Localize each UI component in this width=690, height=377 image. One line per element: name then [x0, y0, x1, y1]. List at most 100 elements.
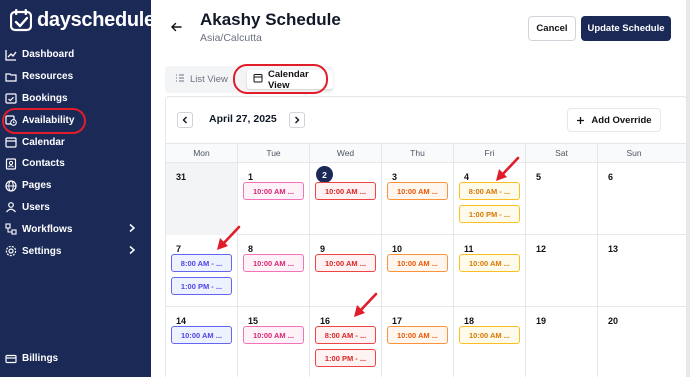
availability-slot[interactable]: 10:00 AM ...	[387, 182, 448, 200]
availability-slot[interactable]: 10:00 AM ...	[243, 254, 304, 272]
day-number: 6	[608, 172, 614, 182]
chevron-right-icon	[127, 223, 137, 233]
calendar-day-cell[interactable]: 9 10:00 AM ...	[310, 235, 382, 307]
calendar-day-cell[interactable]: 19	[526, 307, 598, 377]
current-date-label: April 27, 2025	[209, 113, 277, 125]
sidebar-billings: Billings	[0, 348, 151, 370]
day-number: 13	[608, 244, 619, 254]
calendar-day-cell[interactable]: 4 8:00 AM - ... 1:00 PM - ...	[454, 163, 526, 235]
day-number: 18	[464, 316, 475, 326]
sidebar: dayschedule Dashboard Resources Bookings…	[0, 0, 155, 377]
brand-logo[interactable]: dayschedule	[9, 6, 155, 34]
sidebar-item-contacts[interactable]: Contacts	[0, 153, 151, 175]
calendar-day-cell[interactable]: 12	[526, 235, 598, 307]
today-day-number: 2	[316, 166, 333, 183]
calendar-day-cell[interactable]: 5	[526, 163, 598, 235]
calendar-day-cell[interactable]: 13	[598, 235, 670, 307]
workflow-icon	[5, 223, 17, 235]
sidebar-item-label: Dashboard	[22, 49, 75, 61]
add-override-button[interactable]: Add Override	[567, 108, 661, 132]
calendar-toolbar: April 27, 2025 Add Override	[166, 97, 686, 143]
availability-slot[interactable]: 8:00 AM - ...	[315, 326, 376, 344]
list-icon	[175, 73, 185, 86]
sidebar-nav: Dashboard Resources Bookings Availabilit…	[0, 44, 151, 262]
sidebar-item-label: Bookings	[22, 92, 68, 104]
availability-slot[interactable]: 10:00 AM ...	[171, 326, 232, 344]
timezone-label: Asia/Calcutta	[200, 32, 262, 44]
update-schedule-button[interactable]: Update Schedule	[581, 16, 671, 41]
scrollbar[interactable]	[686, 0, 690, 377]
calendar-week-row: 7 8:00 AM - ... 1:00 PM - ... 8 10:00 AM ...…	[166, 235, 686, 307]
day-number: 12	[536, 244, 547, 254]
cancel-button[interactable]: Cancel	[528, 16, 576, 41]
availability-slot[interactable]: 8:00 AM - ...	[171, 254, 232, 272]
sidebar-item-label: Settings	[22, 245, 62, 257]
brand-name: dayschedule	[37, 8, 155, 31]
availability-slot[interactable]: 1:00 PM - ...	[171, 277, 232, 295]
users-icon	[5, 201, 17, 213]
weekday-label: Thu	[382, 144, 454, 162]
sidebar-item-users[interactable]: Users	[0, 197, 151, 219]
sidebar-item-billings[interactable]: Billings	[0, 348, 151, 370]
previous-month-button[interactable]	[177, 112, 193, 128]
calendar-week-row: 31 1 10:00 AM ... 2 10:00 AM ... 3 10:00 AM ..…	[166, 163, 686, 235]
availability-slot[interactable]: 10:00 AM ...	[243, 326, 304, 344]
next-month-button[interactable]	[289, 112, 305, 128]
calendar-check-icon	[5, 92, 17, 105]
sidebar-item-calendar[interactable]: Calendar	[0, 131, 151, 153]
contact-icon	[5, 158, 17, 170]
calendar-day-cell[interactable]: 3 10:00 AM ...	[382, 163, 454, 235]
day-number: 4	[464, 172, 470, 182]
availability-slot[interactable]: 10:00 AM ...	[459, 254, 520, 272]
day-number: 11	[464, 244, 474, 254]
calendar-day-cell[interactable]: 11 10:00 AM ...	[454, 235, 526, 307]
calendar-day-cell[interactable]: 14 10:00 AM ...	[166, 307, 238, 377]
calendar-day-cell[interactable]: 16 8:00 AM - ... 1:00 PM - ...	[310, 307, 382, 377]
main-content: Akashy Schedule Asia/Calcutta Cancel Upd…	[151, 0, 690, 377]
weekday-header: Mon Tue Wed Thu Fri Sat Sun	[166, 143, 686, 163]
sidebar-item-dashboard[interactable]: Dashboard	[0, 44, 151, 66]
calendar-day-cell[interactable]: 2 10:00 AM ...	[310, 163, 382, 235]
calendar-day-cell[interactable]: 17 10:00 AM ...	[382, 307, 454, 377]
calendar-day-cell[interactable]: 1 10:00 AM ...	[238, 163, 310, 235]
calendar-day-cell[interactable]: 7 8:00 AM - ... 1:00 PM - ...	[166, 235, 238, 307]
weekday-label: Sun	[626, 148, 642, 158]
availability-slot[interactable]: 8:00 AM - ...	[459, 182, 520, 200]
sidebar-item-pages[interactable]: Pages	[0, 175, 151, 197]
sidebar-item-label: Users	[22, 201, 50, 213]
sidebar-item-resources[interactable]: Resources	[0, 66, 151, 88]
chevron-right-icon	[295, 116, 300, 124]
weekday-label: Wed	[310, 144, 382, 162]
calendar-day-cell[interactable]: 6	[598, 163, 670, 235]
sidebar-item-bookings[interactable]: Bookings	[0, 88, 151, 110]
calendar-panel: April 27, 2025 Add Override Mon Tue Wed Thu…	[165, 96, 687, 377]
folder-icon	[5, 71, 17, 83]
availability-slot[interactable]: 10:00 AM ...	[459, 326, 520, 344]
sidebar-item-settings[interactable]: Settings	[0, 240, 151, 262]
calendar-day-cell[interactable]: 18 10:00 AM ...	[454, 307, 526, 377]
availability-slot[interactable]: 10:00 AM ...	[387, 326, 448, 344]
sidebar-item-label: Contacts	[22, 158, 65, 170]
sidebar-item-label: Resources	[22, 71, 74, 83]
availability-slot[interactable]: 1:00 PM - ...	[459, 205, 520, 223]
sidebar-item-workflows[interactable]: Workflows	[0, 218, 151, 240]
calendar-day-cell[interactable]: 8 10:00 AM ...	[238, 235, 310, 307]
day-number: 16	[320, 316, 331, 326]
availability-slot[interactable]: 10:00 AM ...	[243, 182, 304, 200]
tab-list-view[interactable]: List View	[169, 70, 234, 89]
sidebar-item-label: Pages	[22, 180, 52, 192]
calendar-week-row: 14 10:00 AM ... 15 10:00 AM ... 16 8:00 AM - …	[166, 307, 686, 377]
availability-slot[interactable]: 10:00 AM ...	[315, 182, 376, 200]
availability-slot[interactable]: 10:00 AM ...	[315, 254, 376, 272]
calendar-day-cell[interactable]: 10 10:00 AM ...	[382, 235, 454, 307]
calendar-icon	[5, 136, 17, 148]
chart-icon	[5, 49, 17, 61]
calendar-day-cell[interactable]: 15 10:00 AM ...	[238, 307, 310, 377]
calendar-day-cell[interactable]: 31	[166, 163, 238, 235]
availability-slot[interactable]: 10:00 AM ...	[387, 254, 448, 272]
calendar-day-cell[interactable]: 20	[598, 307, 670, 377]
chevron-left-icon	[182, 116, 187, 124]
back-arrow-icon[interactable]	[169, 20, 183, 34]
availability-slot[interactable]: 1:00 PM - ...	[315, 349, 376, 367]
tab-label: List View	[190, 74, 228, 85]
